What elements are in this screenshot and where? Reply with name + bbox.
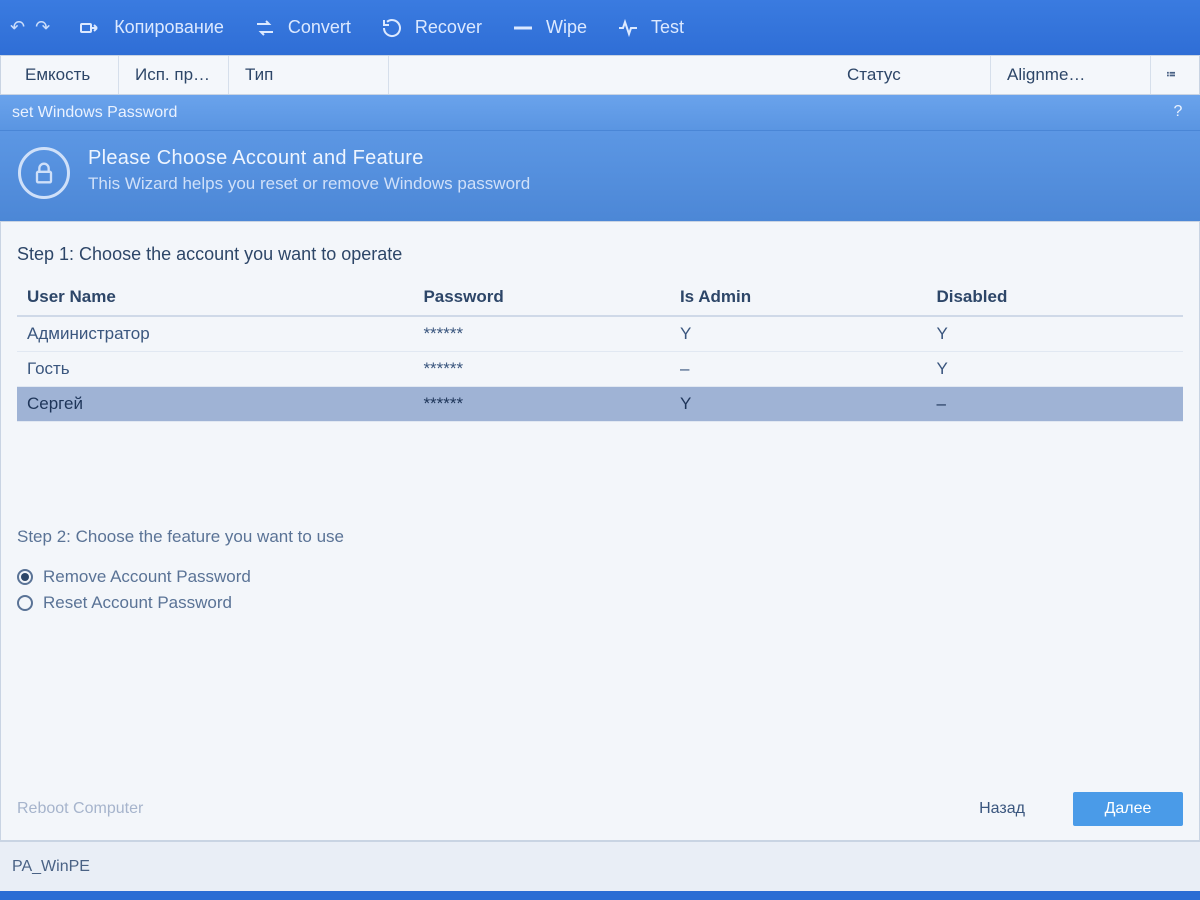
recover-icon xyxy=(379,15,405,41)
wizard-header: Please Choose Account and Feature This W… xyxy=(0,131,1200,221)
toolbar-convert-label: Convert xyxy=(288,17,351,38)
table-row[interactable]: Администратор******YY xyxy=(17,316,1183,352)
step1-title: Step 1: Choose the account you want to o… xyxy=(17,244,1183,265)
cell-pwd: ****** xyxy=(413,316,670,352)
dialog-titlebar: set Windows Password ? xyxy=(0,95,1200,131)
toolbar-copy-label: Копирование xyxy=(114,17,224,38)
wizard-subheading: This Wizard helps you reset or remove Wi… xyxy=(88,174,530,194)
col-used[interactable]: Исп. пр… xyxy=(119,56,229,94)
next-button[interactable]: Далее xyxy=(1073,792,1183,826)
feature-option[interactable]: Remove Account Password xyxy=(17,567,1183,587)
th-user[interactable]: User Name xyxy=(17,279,413,316)
redo-icon[interactable]: ↷ xyxy=(35,17,50,38)
toolbar-test-label: Test xyxy=(651,17,684,38)
cell-admin: Y xyxy=(670,387,927,422)
cell-admin: – xyxy=(670,352,927,387)
cell-user: Сергей xyxy=(17,387,413,422)
toolbar-test[interactable]: Test xyxy=(615,15,684,41)
disk-columns-header: Емкость Исп. пр… Тип Статус Alignme… xyxy=(0,55,1200,95)
toolbar-convert[interactable]: Convert xyxy=(252,15,351,41)
cell-pwd: ****** xyxy=(413,387,670,422)
dialog-title: set Windows Password xyxy=(12,104,177,122)
table-row[interactable]: Гость******–Y xyxy=(17,352,1183,387)
cell-disabled: Y xyxy=(926,316,1183,352)
undo-icon[interactable]: ↶ xyxy=(10,17,25,38)
pulse-icon xyxy=(615,15,641,41)
step2-title: Step 2: Choose the feature you want to u… xyxy=(17,527,1183,547)
feature-option-label: Remove Account Password xyxy=(43,567,251,587)
status-text: PA_WinPE xyxy=(12,858,90,876)
reboot-link[interactable]: Reboot Computer xyxy=(17,800,143,818)
cell-pwd: ****** xyxy=(413,352,670,387)
th-disabled[interactable]: Disabled xyxy=(926,279,1183,316)
cell-disabled: – xyxy=(926,387,1183,422)
toolbar-wipe-label: Wipe xyxy=(546,17,587,38)
wizard-heading: Please Choose Account and Feature xyxy=(88,147,530,170)
th-admin[interactable]: Is Admin xyxy=(670,279,927,316)
accounts-table: User Name Password Is Admin Disabled Адм… xyxy=(17,279,1183,422)
arrow-right-icon xyxy=(78,15,104,41)
wizard-body: Step 1: Choose the account you want to o… xyxy=(0,221,1200,841)
feature-option-label: Reset Account Password xyxy=(43,593,232,613)
cell-disabled: Y xyxy=(926,352,1183,387)
radio-icon[interactable] xyxy=(17,569,33,585)
col-capacity[interactable]: Емкость xyxy=(9,56,119,94)
lock-gear-icon xyxy=(18,147,70,199)
wizard-footer: Reboot Computer Назад Далее xyxy=(17,772,1183,826)
cell-user: Администратор xyxy=(17,316,413,352)
cell-admin: Y xyxy=(670,316,927,352)
back-button[interactable]: Назад xyxy=(947,792,1057,826)
status-bar: PA_WinPE xyxy=(0,841,1200,891)
cell-user: Гость xyxy=(17,352,413,387)
wipe-icon xyxy=(510,15,536,41)
toolbar-recover-label: Recover xyxy=(415,17,482,38)
th-password[interactable]: Password xyxy=(413,279,670,316)
toolbar-copy[interactable]: Копирование xyxy=(78,15,224,41)
toolbar-recover[interactable]: Recover xyxy=(379,15,482,41)
table-row[interactable]: Сергей******Y– xyxy=(17,387,1183,422)
col-status[interactable]: Статус xyxy=(831,56,991,94)
radio-icon[interactable] xyxy=(17,595,33,611)
col-type[interactable]: Тип xyxy=(229,56,389,94)
swap-icon xyxy=(252,15,278,41)
feature-option[interactable]: Reset Account Password xyxy=(17,593,1183,613)
toolbar-wipe[interactable]: Wipe xyxy=(510,15,587,41)
help-icon[interactable]: ? xyxy=(1168,103,1188,123)
col-alignment[interactable]: Alignme… xyxy=(991,56,1151,94)
main-toolbar: ↶ ↷ Копирование Convert Recover Wipe Tes… xyxy=(0,0,1200,55)
col-view-icon[interactable] xyxy=(1151,56,1191,94)
